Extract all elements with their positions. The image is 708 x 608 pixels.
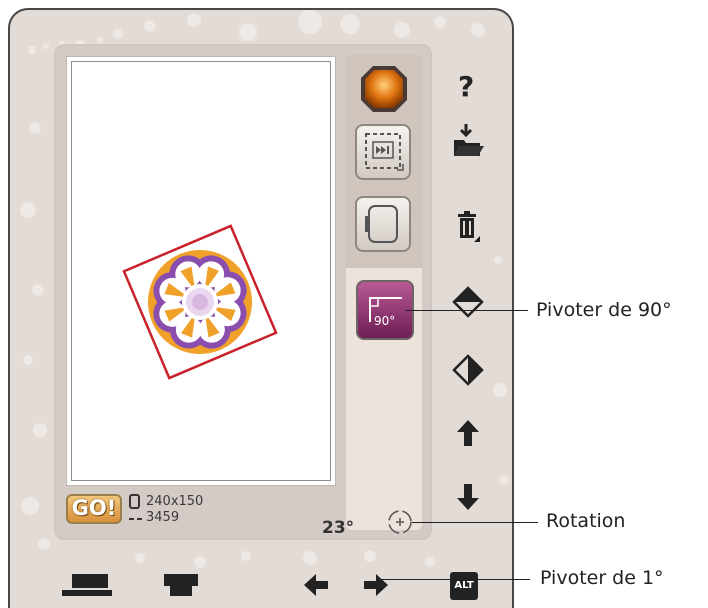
arrow-down-icon[interactable] bbox=[446, 476, 490, 516]
trash-icon[interactable] bbox=[446, 206, 490, 246]
device-frame: 90° GO! 240x150 3459 23° ? ALT bbox=[8, 8, 514, 608]
rotated-design[interactable] bbox=[72, 62, 330, 480]
callout-rotate-1: Pivoter de 1° bbox=[540, 567, 664, 589]
hoop-select-button[interactable] bbox=[355, 196, 411, 252]
arrow-left-icon[interactable] bbox=[300, 570, 332, 600]
presser-foot-up-icon[interactable] bbox=[58, 570, 116, 604]
move-to-next-hoop-button[interactable] bbox=[355, 124, 411, 180]
stitch-count-icon bbox=[129, 518, 142, 520]
alt-button[interactable]: ALT bbox=[450, 572, 478, 600]
hoop-size-icon bbox=[129, 494, 140, 509]
callout-line-rotate-1 bbox=[380, 579, 530, 580]
callout-line-rotate-90 bbox=[406, 310, 528, 311]
hoop-icon bbox=[365, 205, 398, 243]
flower-motif bbox=[148, 250, 252, 354]
help-icon[interactable]: ? bbox=[446, 68, 490, 108]
design-canvas[interactable] bbox=[71, 61, 331, 481]
mirror-vertical-icon[interactable] bbox=[446, 282, 490, 322]
callout-rotation: Rotation bbox=[546, 510, 626, 532]
gem-menu-icon[interactable] bbox=[357, 62, 411, 116]
hoop-size-text: 240x150 bbox=[146, 494, 204, 509]
status-bar: GO! 240x150 3459 bbox=[66, 490, 346, 534]
hoop-forward-icon bbox=[365, 133, 404, 171]
presser-foot-down-icon[interactable] bbox=[158, 570, 204, 604]
open-folder-icon[interactable] bbox=[446, 122, 490, 162]
stitch-count-text: 3459 bbox=[146, 510, 180, 525]
rotation-angle-readout: 23° bbox=[322, 518, 355, 538]
embroidery-screen: 90° GO! 240x150 3459 23° bbox=[54, 44, 432, 540]
hoop-area bbox=[66, 56, 336, 486]
rotate-90-icon bbox=[369, 297, 402, 322]
callout-rotate-90: Pivoter de 90° bbox=[536, 299, 672, 321]
arrow-right-icon[interactable] bbox=[360, 570, 392, 600]
arrow-up-icon[interactable] bbox=[446, 414, 490, 454]
rotate-90-badge: 90° bbox=[374, 314, 396, 328]
mirror-horizontal-icon[interactable] bbox=[446, 350, 490, 390]
go-button[interactable]: GO! bbox=[66, 494, 122, 524]
rotation-wheel-icon[interactable] bbox=[386, 508, 414, 536]
edit-side-panel: 90° bbox=[346, 54, 422, 530]
callout-line-rotation bbox=[412, 522, 538, 523]
